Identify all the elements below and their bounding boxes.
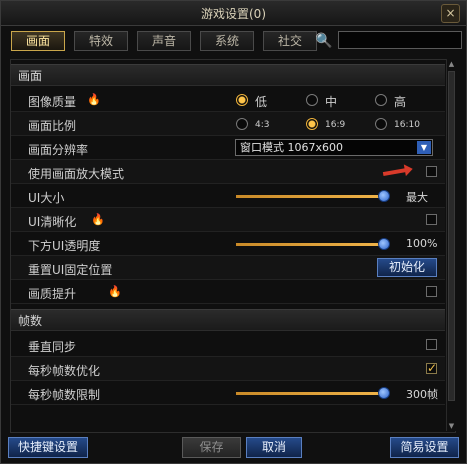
quality-low-label: 低: [255, 95, 268, 109]
section-header-fps: 帧数: [11, 309, 445, 331]
quality-label: 图像质量: [28, 95, 77, 109]
chevron-down-icon[interactable]: ▼: [417, 141, 431, 154]
fps-optimize-label: 每秒帧数优化: [28, 364, 101, 378]
slider-thumb[interactable]: [378, 190, 390, 202]
fps-optimize-checkbox[interactable]: ✓: [426, 362, 437, 374]
title-bar[interactable]: 游戏设置(0) ×: [1, 1, 466, 26]
row-enhance: 画质提升 🔥: [11, 280, 445, 304]
row-magnify: 使用画面放大模式: [11, 160, 445, 184]
close-button[interactable]: ×: [441, 4, 460, 23]
ui-size-slider[interactable]: [236, 190, 390, 202]
save-button[interactable]: 保存: [182, 437, 241, 458]
row-ui-sharpen: UI清晰化 🔥: [11, 208, 445, 232]
cancel-button[interactable]: 取消: [246, 437, 302, 458]
shortcut-settings-button[interactable]: 快捷键设置: [8, 437, 88, 458]
red-arrow-icon: [382, 167, 408, 177]
slider-thumb[interactable]: [378, 387, 390, 399]
bottom-ui-alpha-value: 100%: [406, 237, 438, 250]
ui-sharpen-label: UI清晰化: [28, 215, 77, 229]
ratio-label: 画面比例: [28, 119, 77, 133]
section-header-graphics: 画面: [11, 64, 445, 86]
bottom-ui-alpha-label: 下方UI透明度: [28, 239, 101, 253]
reset-ui-label: 重置UI固定位置: [28, 263, 113, 277]
tab-system[interactable]: 系统: [200, 31, 254, 51]
tab-effects[interactable]: 特效: [74, 31, 128, 51]
radio-quality-low[interactable]: [236, 94, 248, 106]
resolution-select[interactable]: 窗口模式 1067x600 ▼: [235, 139, 433, 156]
quality-high-label: 高: [394, 95, 407, 109]
radio-ratio-16-10[interactable]: [375, 118, 387, 130]
window-title: 游戏设置(0): [201, 7, 266, 21]
flame-icon: 🔥: [87, 93, 101, 106]
scroll-down-icon[interactable]: ▼: [447, 421, 456, 431]
flame-icon: 🔥: [108, 285, 122, 298]
resolution-value: 窗口模式 1067x600: [240, 141, 343, 154]
magnify-checkbox[interactable]: [426, 166, 437, 177]
fps-limit-slider[interactable]: [236, 387, 390, 399]
row-ui-size: UI大小 最大: [11, 184, 445, 208]
search-input[interactable]: [338, 31, 462, 49]
slider-fill: [236, 195, 384, 198]
magnify-label: 使用画面放大模式: [28, 167, 125, 181]
reset-ui-button[interactable]: 初始化: [377, 258, 437, 277]
scroll-up-icon[interactable]: ▲: [447, 59, 456, 69]
row-ratio: 画面比例 4:3 16:9 16:10: [11, 112, 445, 136]
ui-size-value: 最大: [406, 191, 428, 204]
resolution-label: 画面分辨率: [28, 143, 89, 157]
slider-thumb[interactable]: [378, 238, 390, 250]
ui-size-label: UI大小: [28, 191, 65, 205]
enhance-checkbox[interactable]: [426, 286, 437, 297]
slider-fill: [236, 243, 384, 246]
vsync-checkbox[interactable]: [426, 339, 437, 350]
radio-ratio-4-3[interactable]: [236, 118, 248, 130]
row-fps-optimize: 每秒帧数优化 ✓: [11, 357, 445, 381]
row-resolution: 画面分辨率 窗口模式 1067x600 ▼: [11, 136, 445, 160]
enhance-label: 画质提升: [28, 287, 77, 301]
scrollbar[interactable]: ▲ ▼: [446, 59, 456, 431]
tab-sound[interactable]: 声音: [137, 31, 191, 51]
radio-quality-mid[interactable]: [306, 94, 318, 106]
ratio-16-9-label: 16:9: [325, 120, 346, 130]
bottom-ui-alpha-slider[interactable]: [236, 238, 390, 250]
row-reset-ui: 重置UI固定位置 初始化: [11, 256, 445, 280]
row-fps-limit: 每秒帧数限制 300帧: [11, 381, 445, 405]
tab-social[interactable]: 社交: [263, 31, 317, 51]
settings-window: 游戏设置(0) × 画面 特效 声音 系统 社交 🔍 画面 图像质量 🔥 低 中…: [0, 0, 467, 464]
row-bottom-ui-alpha: 下方UI透明度 100%: [11, 232, 445, 256]
vsync-label: 垂直同步: [28, 340, 77, 354]
row-quality: 图像质量 🔥 低 中 高: [11, 88, 445, 112]
scroll-thumb[interactable]: [448, 71, 455, 401]
radio-quality-high[interactable]: [375, 94, 387, 106]
row-vsync: 垂直同步: [11, 333, 445, 357]
fps-limit-label: 每秒帧数限制: [28, 388, 101, 402]
quality-mid-label: 中: [325, 95, 338, 109]
ui-sharpen-checkbox[interactable]: [426, 214, 437, 225]
settings-panel: 画面 图像质量 🔥 低 中 高 画面比例 4:3 16:9 16:10 画面分辨…: [10, 59, 456, 433]
tab-graphics[interactable]: 画面: [11, 31, 65, 51]
ratio-4-3-label: 4:3: [255, 120, 270, 130]
simple-settings-button[interactable]: 简易设置: [390, 437, 459, 458]
ratio-16-10-label: 16:10: [394, 120, 420, 130]
slider-fill: [236, 392, 384, 395]
radio-ratio-16-9[interactable]: [306, 118, 318, 130]
flame-icon: 🔥: [91, 213, 105, 226]
search-icon[interactable]: 🔍: [315, 32, 333, 50]
fps-limit-value: 300帧: [406, 388, 438, 401]
